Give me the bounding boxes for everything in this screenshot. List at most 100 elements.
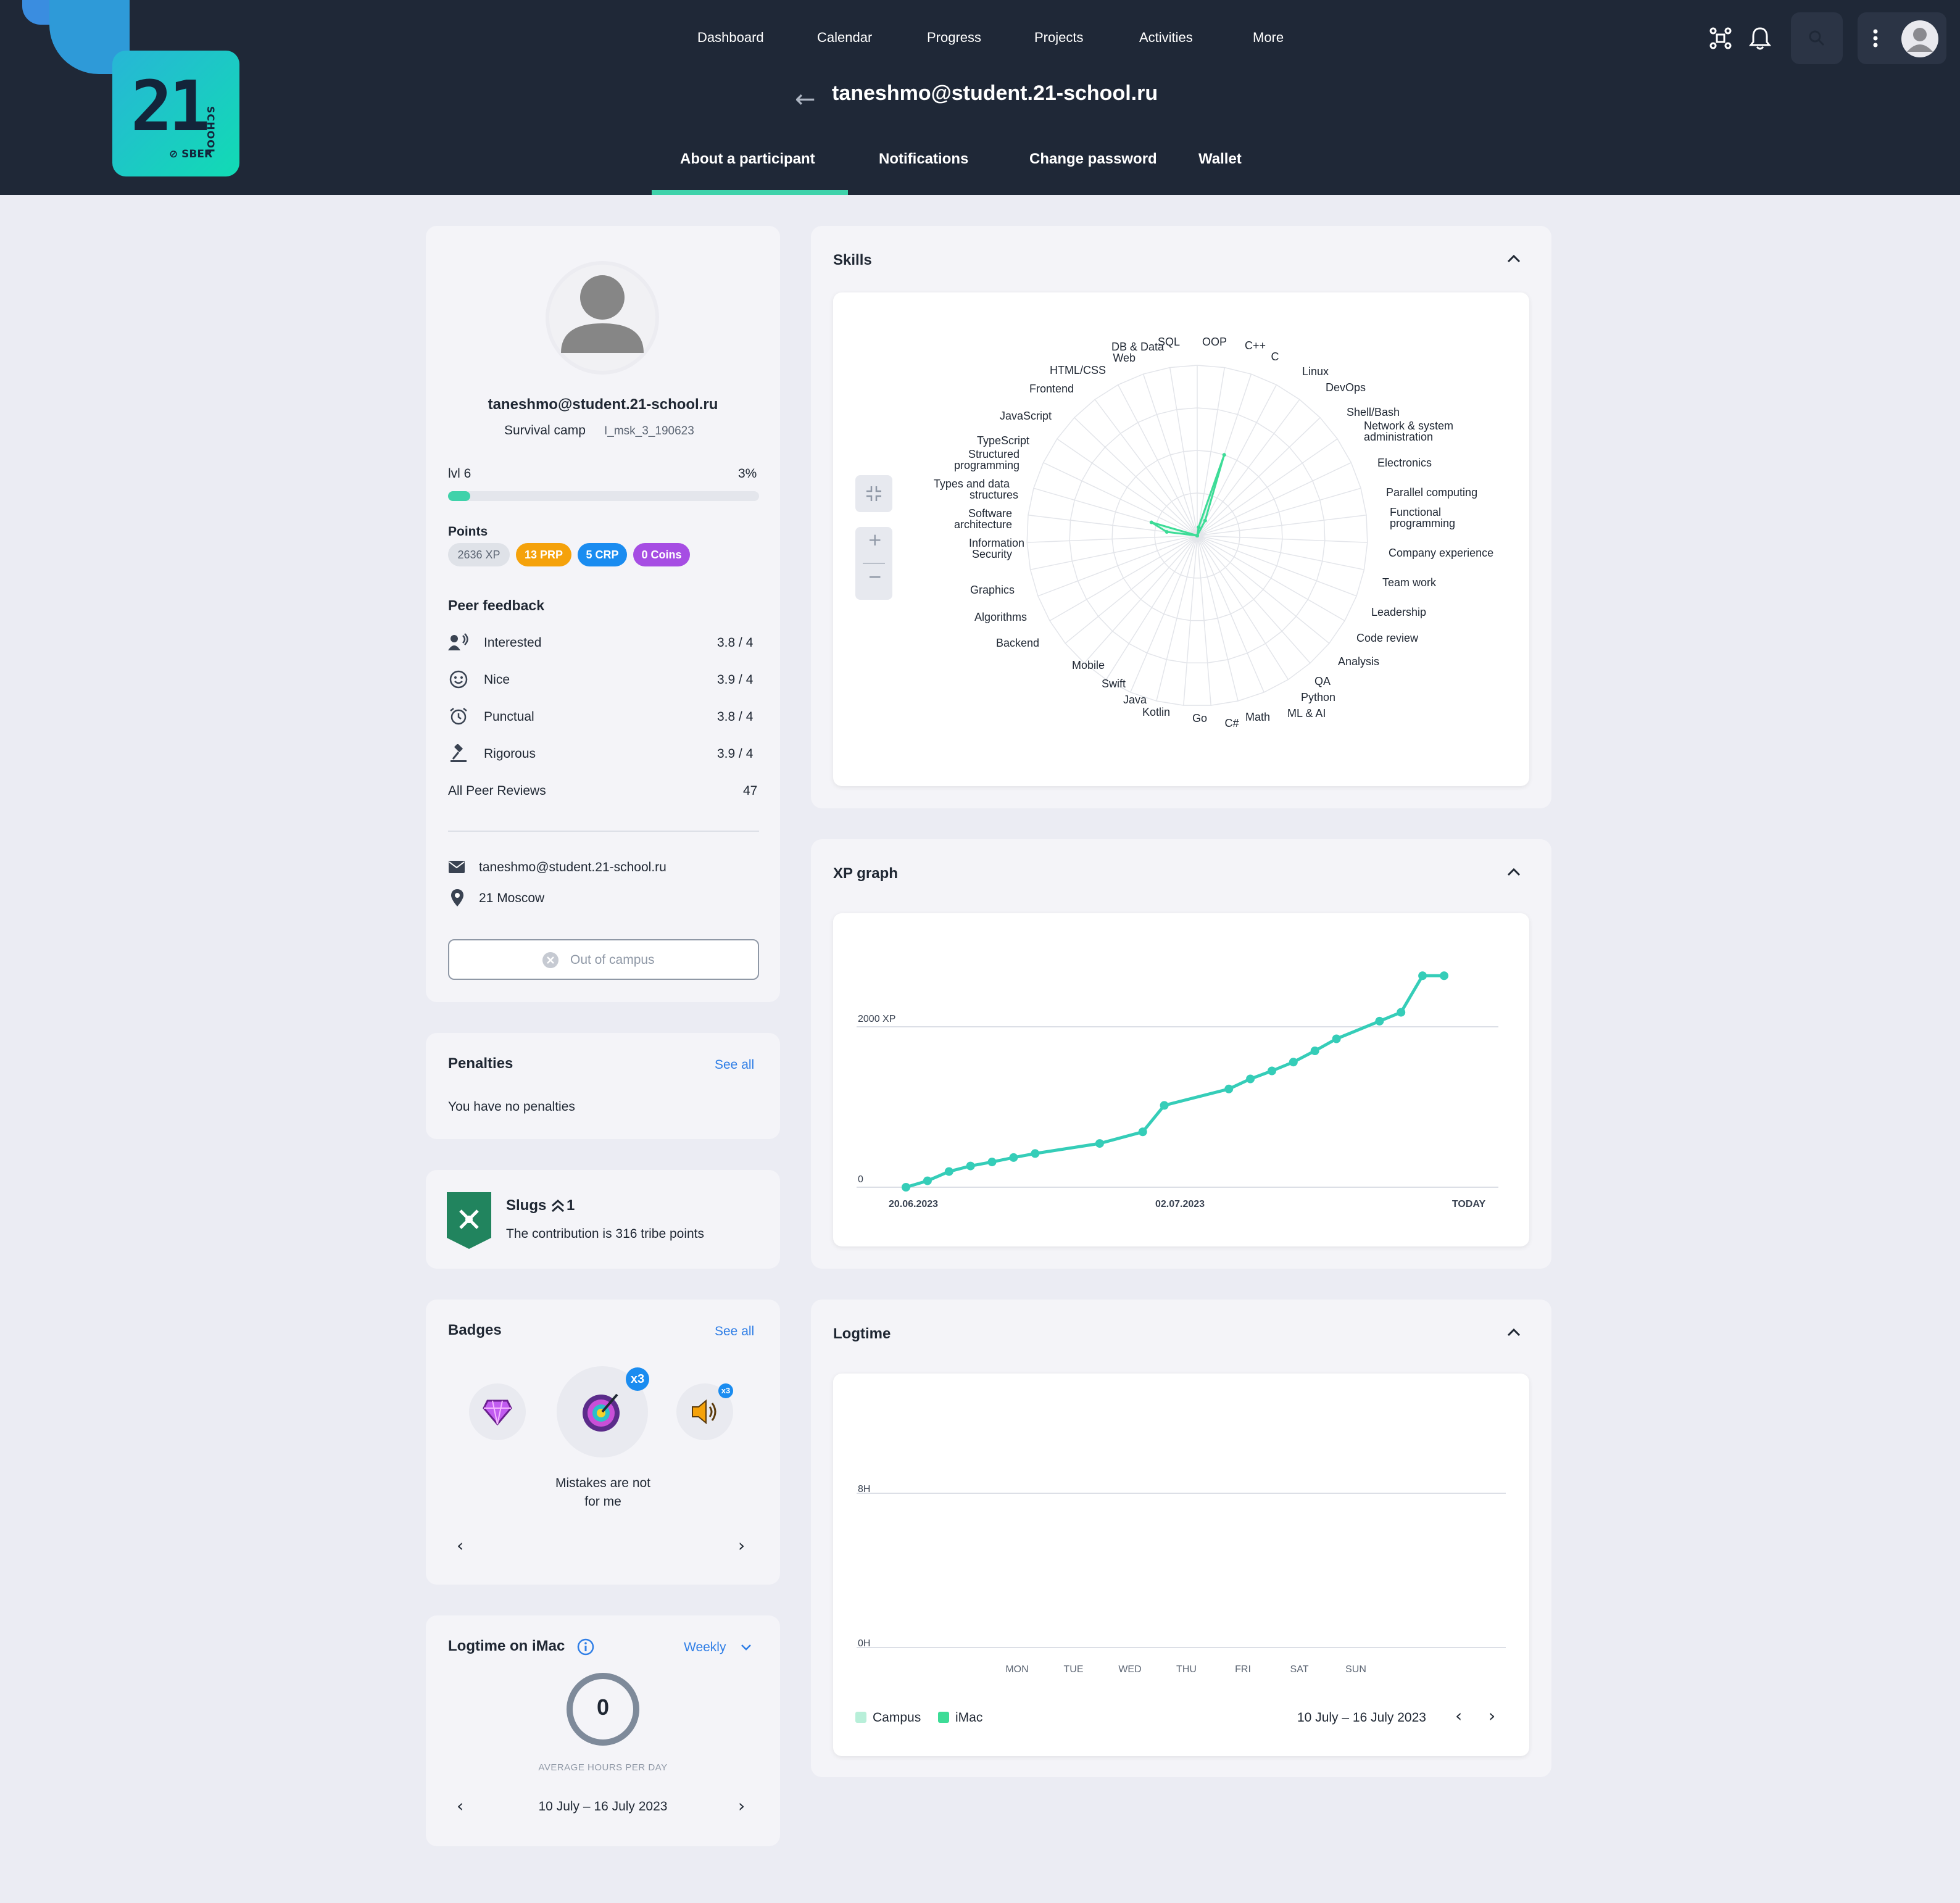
tab-change-password[interactable]: Change password bbox=[1029, 151, 1157, 168]
alarm-clock-icon bbox=[450, 708, 467, 725]
all-peer-reviews-link[interactable]: All Peer Reviews bbox=[448, 784, 546, 798]
logtime-next-arrow-icon[interactable]: › bbox=[738, 1796, 745, 1816]
x-tick-label: SAT bbox=[1290, 1664, 1309, 1675]
info-icon[interactable] bbox=[576, 1638, 595, 1656]
xp-point[interactable] bbox=[1268, 1066, 1276, 1076]
collapse-chevron-icon[interactable] bbox=[1507, 1328, 1521, 1337]
y-tick-label: 0 bbox=[858, 1174, 863, 1185]
active-tab-indicator bbox=[652, 190, 848, 195]
profile-avatar bbox=[546, 261, 659, 375]
nav-progress[interactable]: Progress bbox=[927, 30, 981, 46]
level-progress-fill bbox=[448, 491, 470, 501]
radar-label: TypeScript bbox=[977, 434, 1029, 447]
nav-calendar[interactable]: Calendar bbox=[817, 30, 872, 46]
xp-point[interactable] bbox=[987, 1158, 997, 1167]
badge-caption: for me bbox=[584, 1495, 621, 1509]
radar-label: Java bbox=[1123, 694, 1147, 706]
feedback-value: 3.9 / 4 bbox=[717, 747, 754, 761]
contact-email[interactable]: taneshmo@student.21-school.ru bbox=[479, 860, 666, 875]
network-icon[interactable] bbox=[1709, 27, 1732, 49]
xp-point[interactable] bbox=[1160, 1101, 1169, 1110]
radar-label: Analysis bbox=[1338, 655, 1379, 668]
radar-label: Shell/Bash bbox=[1347, 406, 1400, 418]
collapse-chevron-icon[interactable] bbox=[1507, 254, 1521, 263]
xp-point[interactable] bbox=[1397, 1008, 1406, 1017]
radar-label: Software bbox=[968, 507, 1012, 520]
xp-line bbox=[905, 974, 1444, 1189]
badge-item[interactable]: x3 bbox=[676, 1383, 733, 1440]
level-progress-bar bbox=[448, 491, 759, 501]
back-arrow-icon[interactable]: ← bbox=[795, 85, 816, 114]
radar-spoke bbox=[1142, 373, 1198, 536]
nav-projects[interactable]: Projects bbox=[1034, 30, 1083, 46]
xp-point[interactable] bbox=[1095, 1139, 1104, 1148]
badge-item-selected[interactable]: x3 bbox=[557, 1366, 649, 1457]
radar-point bbox=[1195, 534, 1199, 537]
tab-notifications[interactable]: Notifications bbox=[879, 151, 968, 168]
tab-wallet[interactable]: Wallet bbox=[1198, 151, 1242, 168]
feedback-label: Rigorous bbox=[484, 747, 536, 761]
chevron-down-icon[interactable] bbox=[741, 1644, 752, 1651]
divider bbox=[448, 831, 759, 832]
campus-status-button[interactable]: Out of campus bbox=[448, 939, 759, 980]
xp-point[interactable] bbox=[1440, 971, 1448, 981]
logtime-chart-panel: 8H 0H MON TUE WED THU FRI SAT SUN Campus iMac … bbox=[833, 1374, 1529, 1756]
tab-about-participant[interactable]: About a participant bbox=[680, 151, 815, 168]
radar-spoke bbox=[1049, 535, 1198, 621]
skills-title: Skills bbox=[833, 252, 872, 268]
xp-point[interactable] bbox=[1246, 1074, 1255, 1084]
radar-label: programming bbox=[954, 459, 1019, 471]
xp-point[interactable] bbox=[966, 1161, 975, 1171]
xp-point[interactable] bbox=[1138, 1127, 1147, 1137]
logtime-next-week-icon[interactable]: › bbox=[1489, 1706, 1495, 1726]
collapse-chevron-icon[interactable] bbox=[1507, 868, 1521, 876]
level-percent: 3% bbox=[738, 466, 757, 481]
radar-spoke bbox=[1197, 535, 1330, 644]
xp-point[interactable] bbox=[923, 1176, 932, 1185]
xp-point[interactable] bbox=[1332, 1034, 1341, 1043]
logtime-card: Logtime 8H 0H MON TUE WED THU FRI SAT SUN Camp… bbox=[811, 1300, 1551, 1777]
badge-item[interactable] bbox=[469, 1383, 526, 1440]
xp-point[interactable] bbox=[1009, 1153, 1018, 1162]
radar-point bbox=[1149, 520, 1153, 524]
badges-title: Badges bbox=[448, 1322, 502, 1338]
xp-point[interactable] bbox=[1224, 1084, 1234, 1093]
feedback-label: Interested bbox=[484, 636, 542, 650]
diamond-badge-icon bbox=[483, 1399, 512, 1425]
xp-point[interactable] bbox=[1031, 1149, 1040, 1158]
xp-point[interactable] bbox=[1375, 1016, 1384, 1026]
radar-label: C bbox=[1271, 350, 1279, 363]
profile-card: taneshmo@student.21-school.ru Survival c… bbox=[426, 226, 780, 1002]
xp-point[interactable] bbox=[1289, 1058, 1298, 1067]
smile-icon bbox=[449, 670, 468, 689]
average-hours-value: 0 bbox=[596, 1694, 610, 1720]
nav-more[interactable]: More bbox=[1253, 30, 1284, 46]
xp-point[interactable] bbox=[1418, 971, 1427, 981]
logtime-prev-week-icon[interactable]: ‹ bbox=[1455, 1706, 1462, 1726]
nav-activities[interactable]: Activities bbox=[1139, 30, 1193, 46]
kebab-menu-icon[interactable] bbox=[1872, 28, 1879, 48]
badges-prev-arrow-icon[interactable]: ‹ bbox=[457, 1535, 463, 1556]
nav-dashboard[interactable]: Dashboard bbox=[697, 30, 764, 46]
xp-point[interactable] bbox=[902, 1183, 910, 1192]
radar-label: Company experience bbox=[1389, 547, 1493, 559]
radar-label: Security bbox=[972, 548, 1012, 560]
badges-see-all-link[interactable]: See all bbox=[715, 1324, 754, 1339]
location-pin-icon bbox=[451, 889, 463, 906]
tribe-contribution: The contribution is 316 tribe points bbox=[506, 1227, 705, 1241]
xp-point[interactable] bbox=[1310, 1047, 1319, 1055]
legend-campus: Campus bbox=[873, 1710, 921, 1725]
x-tick-label: 02.07.2023 bbox=[1155, 1199, 1205, 1209]
search-button[interactable] bbox=[1791, 12, 1843, 64]
bell-icon[interactable] bbox=[1749, 26, 1771, 51]
badges-next-arrow-icon[interactable]: › bbox=[738, 1535, 745, 1556]
radar-label: Math bbox=[1245, 711, 1270, 723]
radar-point bbox=[1197, 525, 1201, 529]
avatar[interactable] bbox=[1901, 20, 1939, 58]
xp-point[interactable] bbox=[944, 1167, 953, 1176]
people-speaking-icon bbox=[448, 633, 468, 650]
period-select[interactable]: Weekly bbox=[684, 1640, 726, 1655]
school-logo[interactable]: 21 SCHOOL ⊘ SBER bbox=[112, 51, 239, 176]
user-menu[interactable] bbox=[1858, 12, 1946, 64]
penalties-see-all-link[interactable]: See all bbox=[715, 1058, 754, 1072]
